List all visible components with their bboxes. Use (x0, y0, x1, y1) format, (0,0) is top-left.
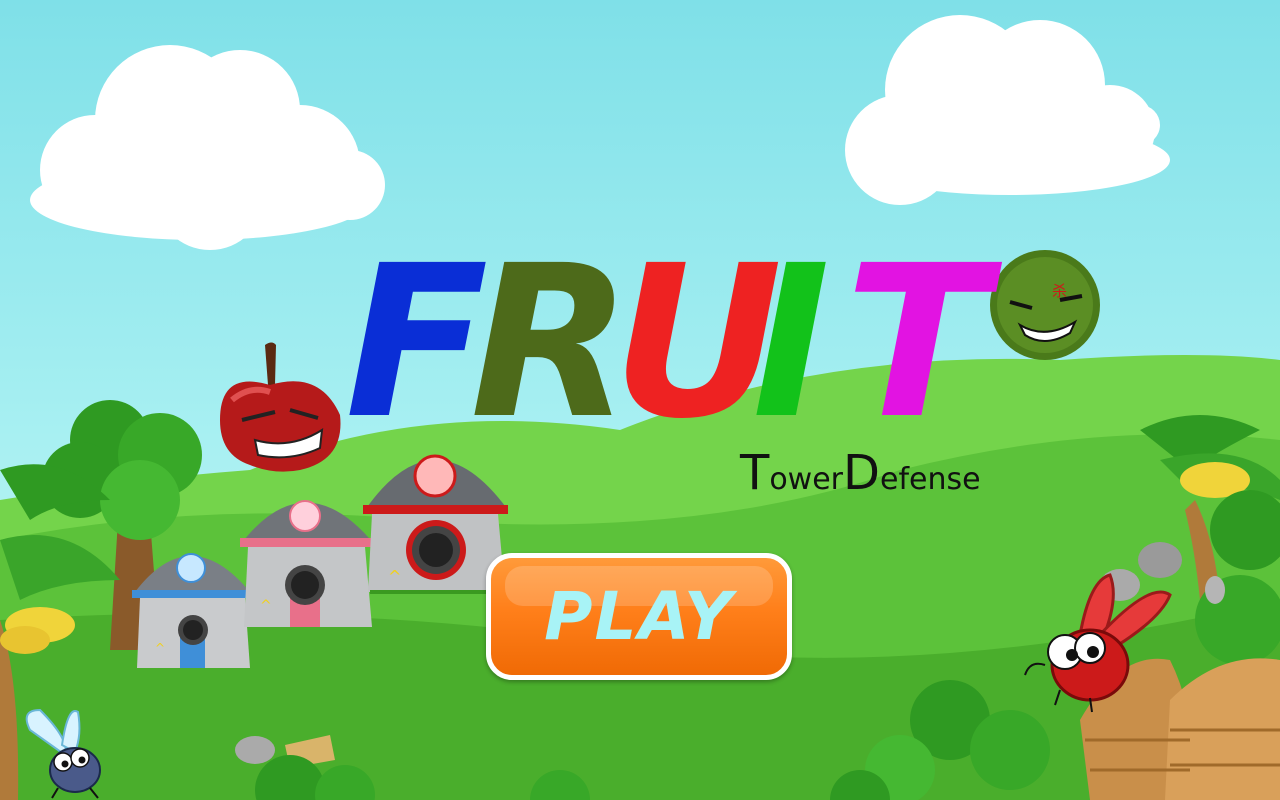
title-letter-5: T (845, 220, 988, 465)
subtitle-word-efense: efense (879, 462, 981, 497)
title-letter-1: F (345, 220, 488, 465)
play-button-label: PLAY (544, 578, 734, 655)
play-button[interactable]: PLAY (486, 553, 792, 680)
title-letter-4: I (752, 220, 830, 465)
title-screen: ^ ^ ^ 杀 F R U I T TowerDefense PLAY (0, 0, 1280, 800)
subtitle-initial-d: D (843, 445, 880, 501)
subtitle-initial-t: T (740, 445, 770, 501)
game-subtitle: TowerDefense (740, 445, 981, 501)
title-letter-2: R (470, 220, 632, 465)
subtitle-word-ower: ower (769, 462, 844, 497)
